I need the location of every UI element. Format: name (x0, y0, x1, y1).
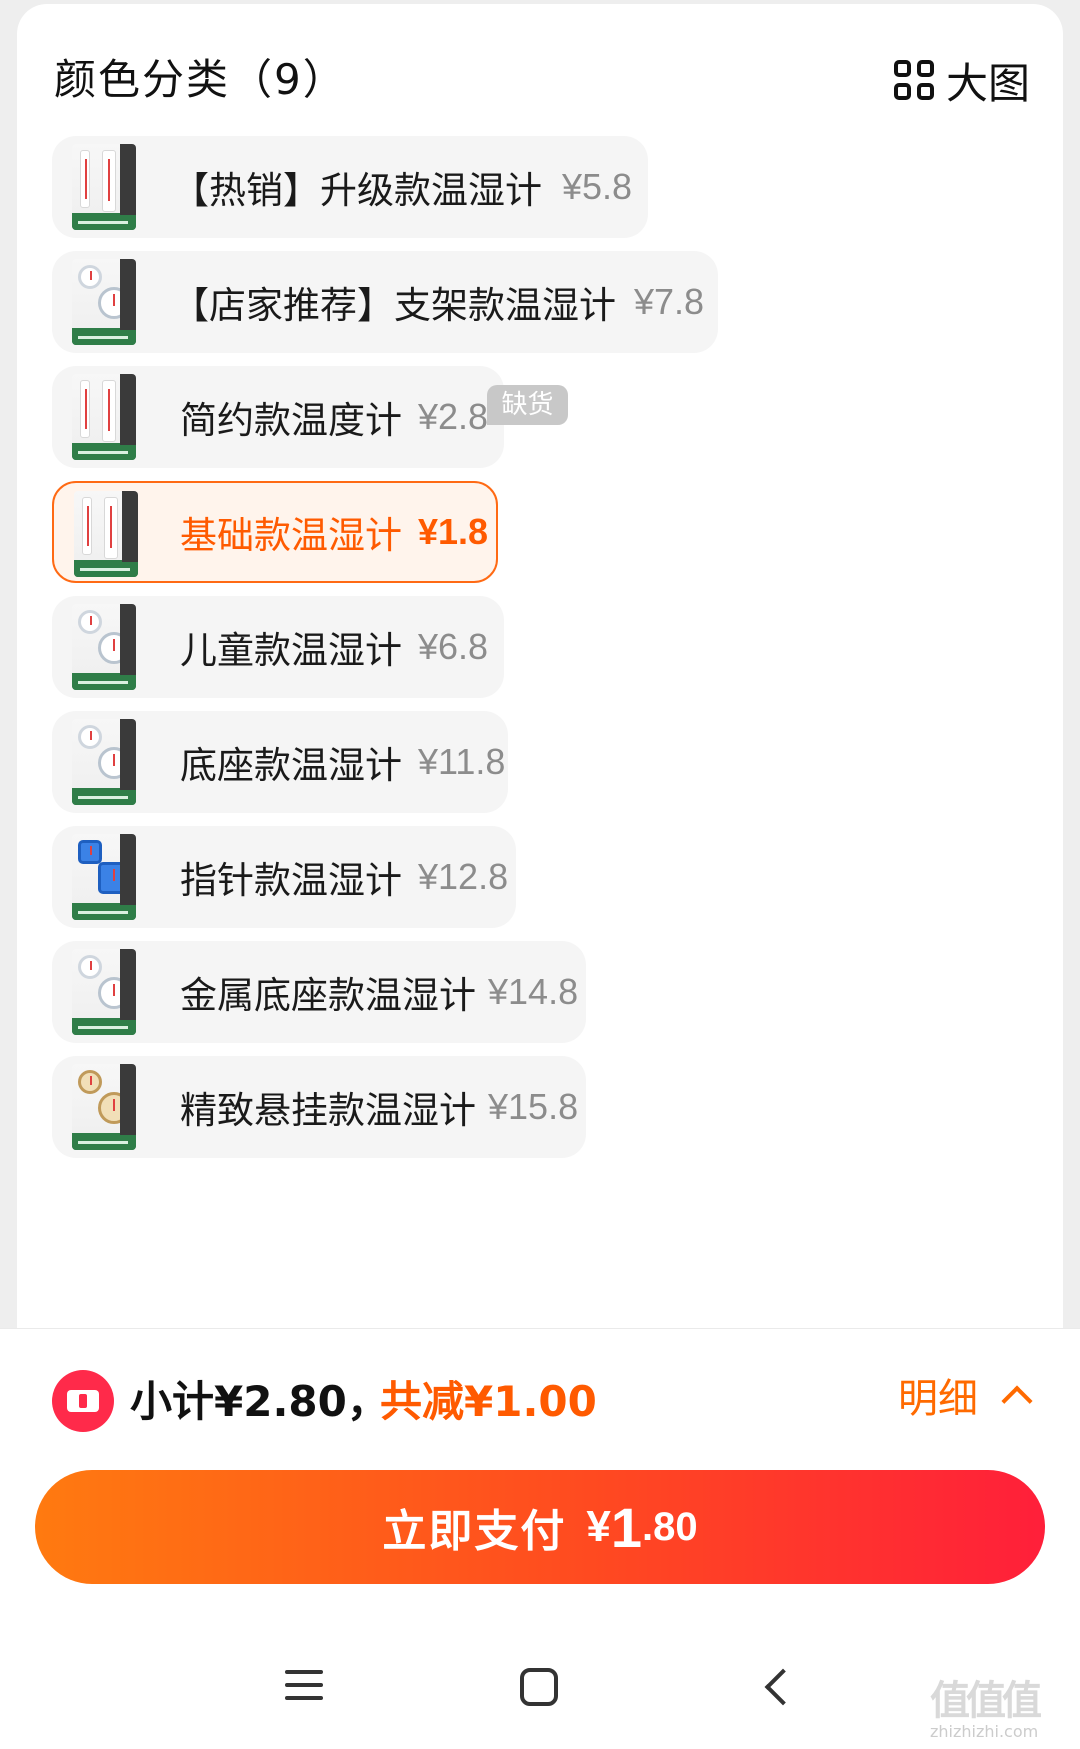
sku-option-label: 基础款温湿计 (180, 514, 402, 557)
pay-amount-decimal: .80 (642, 1504, 698, 1549)
divider (0, 1328, 1080, 1329)
big-view-toggle[interactable]: 大图 (893, 50, 1030, 110)
sku-option-label: 金属底座款温湿计 (180, 974, 476, 1017)
watermark-text: zhizhizhi.com (930, 1722, 1039, 1741)
menu-icon[interactable] (285, 1670, 323, 1700)
product-thumbnail (72, 144, 136, 230)
price-detail-toggle[interactable]: 明细 (898, 1366, 1033, 1424)
sku-option-price: ¥11.8 (418, 741, 506, 782)
sku-option-price: ¥7.8 (634, 281, 705, 322)
sku-option-selected[interactable]: 基础款温湿计 ¥1.8 (52, 481, 498, 583)
home-icon[interactable] (520, 1668, 558, 1706)
discount-text: 共减¥1.00 (380, 1377, 597, 1426)
product-thumbnail (72, 719, 136, 805)
pay-button-label: 立即支付 (382, 1507, 567, 1556)
grid-view-icon (893, 60, 934, 100)
sku-option-label: 简约款温度计 (180, 399, 402, 442)
product-thumbnail (72, 1064, 136, 1150)
sku-option-price: ¥2.8 (418, 396, 489, 437)
sku-option-price: ¥6.8 (418, 626, 489, 667)
sku-option[interactable]: 精致悬挂款温湿计 ¥15.8 (52, 1056, 586, 1158)
sku-option[interactable]: 【热销】升级款温湿计 ¥5.8 (52, 136, 648, 238)
pay-currency: ¥ (586, 1502, 611, 1551)
sku-option-price: ¥12.8 (418, 856, 509, 897)
chevron-up-icon (1001, 1385, 1033, 1417)
product-thumbnail (72, 259, 136, 345)
sku-option[interactable]: 指针款温湿计 ¥12.8 (52, 826, 516, 928)
sku-option-price: ¥5.8 (562, 166, 633, 207)
product-thumbnail (72, 374, 136, 460)
sku-option[interactable]: 【店家推荐】支架款温湿计 ¥7.8 (52, 251, 718, 353)
sku-option-label: 指针款温湿计 (180, 859, 402, 902)
product-thumbnail (72, 604, 136, 690)
pay-now-button[interactable]: 立即支付 ¥ 1 .80 (35, 1470, 1045, 1584)
subtotal-text: 小计¥2.80， (130, 1377, 389, 1426)
big-view-label: 大图 (945, 58, 1030, 108)
sku-header: 颜色分类（9） 大图 (36, 50, 1044, 110)
system-nav-bar (0, 1640, 1080, 1740)
product-thumbnail (72, 949, 136, 1035)
sku-option-label: 【热销】升级款温湿计 (172, 169, 542, 212)
detail-label: 明细 (898, 1376, 978, 1422)
sku-option[interactable]: 简约款温度计 ¥2.8 (52, 366, 504, 468)
out-of-stock-badge: 缺货 (487, 385, 568, 425)
sku-option-label: 底座款温湿计 (180, 744, 402, 787)
sku-option-price: ¥1.8 (418, 511, 489, 552)
sku-option-price: ¥14.8 (488, 971, 579, 1012)
pay-amount-integer: 1 (610, 1495, 643, 1559)
back-icon[interactable] (764, 1668, 802, 1706)
sku-option[interactable]: 儿童款温湿计 ¥6.8 (52, 596, 504, 698)
sku-option-price: ¥15.8 (488, 1086, 579, 1127)
product-thumbnail (74, 491, 138, 577)
coupon-icon (52, 1370, 114, 1432)
sku-option-label: 儿童款温湿计 (180, 629, 402, 672)
sku-option[interactable]: 底座款温湿计 ¥11.8 (52, 711, 508, 813)
watermark-glyphs: 值值值 (930, 1678, 1042, 1724)
sku-option-label: 精致悬挂款温湿计 (180, 1089, 476, 1132)
watermark: 值值值 zhizhizhi.com (930, 1668, 1070, 1744)
sku-option-label: 【店家推荐】支架款温湿计 (172, 284, 616, 327)
product-thumbnail (72, 834, 136, 920)
sku-option[interactable]: 金属底座款温湿计 ¥14.8 (52, 941, 586, 1043)
sku-section-title: 颜色分类（9） (54, 55, 347, 104)
